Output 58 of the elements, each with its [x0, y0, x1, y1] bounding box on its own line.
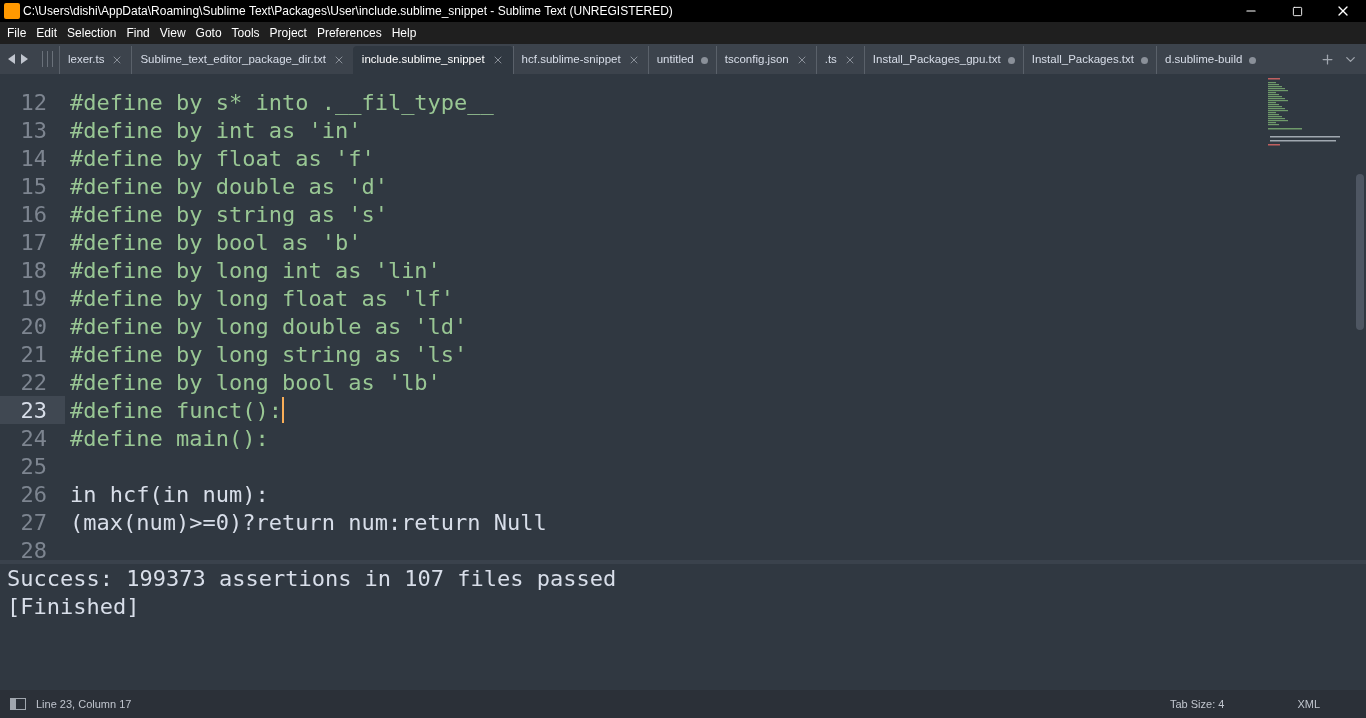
line-number: 28 — [19, 536, 48, 560]
tab[interactable]: tsconfig.json — [715, 46, 816, 74]
tab[interactable]: lexer.ts — [59, 46, 132, 74]
line-number: 25 — [19, 452, 48, 480]
menu-item[interactable]: File — [2, 24, 32, 42]
menu-item[interactable]: Preferences — [311, 24, 387, 42]
code-line: #define by string as 's' — [70, 200, 388, 229]
menu-item[interactable]: Selection — [62, 24, 122, 42]
cursor-position: Line 23, Column 17 — [36, 696, 132, 712]
code-line: #define by double as 'd' — [70, 172, 388, 201]
code-line: #define by long bool as 'lb' — [70, 368, 441, 397]
menu-item[interactable]: Goto — [190, 24, 227, 42]
line-number: 21 — [19, 340, 48, 368]
tab[interactable]: hcf.sublime-snippet — [512, 46, 648, 74]
output-line: Success: 199373 assertions in 107 files passed — [6, 564, 618, 592]
window-title: C:\Users\dishi\AppData\Roaming\Sublime Text\Packages\User\include.sublime_snippet - Sublime Text (UNREGISTERED) — [23, 3, 673, 20]
code-line: #define by long int as 'lin' — [70, 256, 441, 285]
tab[interactable]: Sublime_text_editor_package_dir.txt — [131, 46, 353, 74]
syntax-label[interactable]: XML — [1297, 695, 1320, 713]
menu-item[interactable]: View — [154, 24, 191, 42]
menu-item[interactable]: Edit — [31, 24, 63, 42]
line-number: 16 — [19, 200, 48, 228]
line-number: 20 — [19, 312, 48, 340]
line-number: 24 — [19, 424, 48, 452]
code-line: #define by long float as 'lf' — [70, 284, 455, 313]
menu-item[interactable]: Find — [121, 24, 155, 42]
tab-size[interactable]: Tab Size: 4 — [1169, 695, 1225, 713]
line-number: 14 — [19, 144, 48, 172]
output-line: [Finished] — [6, 592, 141, 620]
code-line: #define by int as 'in' — [70, 116, 362, 145]
code-line: #define by bool as 'b' — [70, 228, 362, 257]
line-number: 18 — [19, 256, 48, 284]
line-number: 12 — [19, 88, 48, 116]
menu-item[interactable]: Tools — [226, 24, 265, 42]
code-line: (max(num)>=0)?return num:return Null — [70, 508, 547, 537]
line-number: 13 — [19, 116, 48, 144]
tab[interactable]: untitled — [647, 46, 716, 74]
menu-item[interactable]: Project — [264, 24, 312, 42]
code-line: #define by s* into .__fil_type__ — [70, 88, 494, 117]
code-line: in hcf(in num): — [70, 480, 269, 509]
line-number: 15 — [19, 172, 48, 200]
line-number: 22 — [19, 368, 48, 396]
tab[interactable]: include.sublime_snippet — [352, 46, 513, 74]
tab[interactable]: Install_Packages.txt — [1022, 46, 1156, 74]
tab[interactable]: .ts — [815, 46, 864, 74]
tab[interactable]: d.sublime-build — [1156, 46, 1265, 74]
menu-item[interactable]: Help — [386, 24, 422, 42]
line-number: 23 — [0, 396, 65, 424]
code-line: #define funct(): — [70, 396, 282, 425]
line-number: 27 — [19, 508, 48, 536]
code-line: #define by long string as 'ls' — [70, 340, 468, 369]
tab[interactable]: Install_Packages_gpu.txt — [863, 46, 1023, 74]
line-number: 17 — [19, 228, 48, 256]
code-line: #define by float as 'f' — [70, 144, 375, 173]
line-number: 19 — [19, 284, 48, 312]
code-line: #define main(): — [70, 424, 269, 453]
code-line: #define by long double as 'ld' — [70, 312, 468, 341]
line-number: 26 — [19, 480, 48, 508]
